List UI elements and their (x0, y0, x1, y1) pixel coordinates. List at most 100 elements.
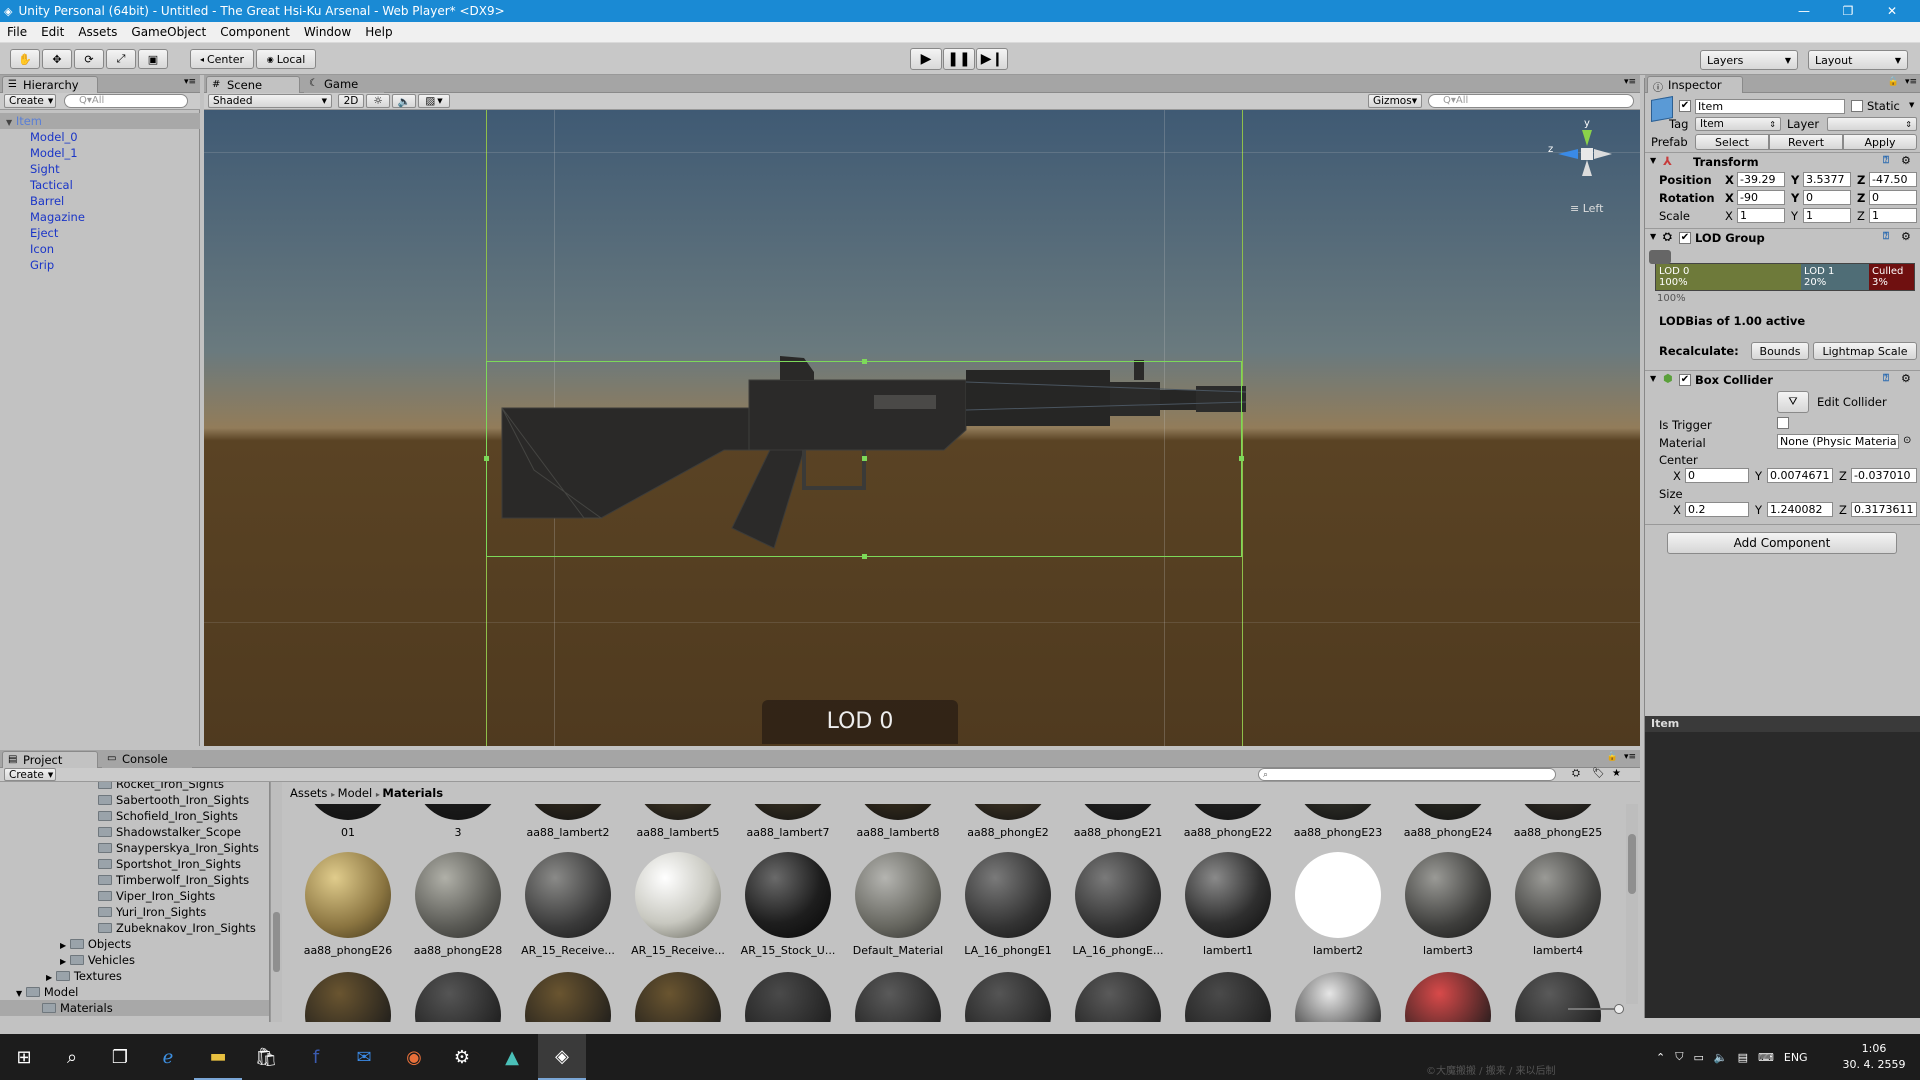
lod-group-header[interactable]: ▼ ⛭ ✔ LOD Group ⍰ ⚙ (1645, 228, 1920, 246)
slider-knob[interactable] (1614, 1004, 1624, 1014)
task-view-button[interactable]: ❐ (96, 1034, 144, 1080)
material-asset[interactable] (1390, 972, 1494, 1022)
tab-project[interactable]: ▤ Project (2, 751, 98, 768)
breadcrumb-assets[interactable]: Assets (290, 786, 327, 800)
rotation-z-input[interactable]: 0 (1869, 190, 1917, 205)
gun-model[interactable] (204, 110, 1640, 746)
material-asset[interactable]: aa88_phongE23 (1280, 804, 1384, 840)
hierarchy-item[interactable]: Model_0 (0, 129, 200, 145)
bounds-handle[interactable] (484, 456, 489, 461)
static-checkbox[interactable] (1851, 100, 1863, 112)
keyboard-icon[interactable]: ⌨ (1758, 1051, 1774, 1064)
material-asset[interactable]: aa88_phongE2 (950, 804, 1054, 840)
orientation-gizmo[interactable]: y z ≡ Left (1544, 118, 1624, 218)
bounds-button[interactable]: Bounds (1751, 342, 1809, 360)
center-y-input[interactable]: 0.0074671 (1767, 468, 1833, 483)
tree-folder[interactable]: ▶ Objects (60, 936, 131, 952)
material-asset[interactable]: 3 (400, 804, 504, 840)
edge-button[interactable]: ℯ (144, 1034, 192, 1080)
hand-tool-button[interactable]: ✋ (10, 49, 40, 69)
lightmap-scale-button[interactable]: Lightmap Scale (1813, 342, 1917, 360)
explorer-button[interactable]: ▬ (194, 1034, 242, 1080)
panel-menu-icon[interactable]: ▾≡ (1905, 77, 1917, 87)
material-asset[interactable]: lambert2 (1280, 852, 1384, 958)
tree-folder[interactable]: ▶ Textures (46, 968, 122, 984)
material-asset[interactable]: aa88_lambert7 (730, 804, 834, 840)
step-button[interactable]: ▶❙ (976, 48, 1008, 70)
lod1-segment[interactable]: LOD 1 20% (1801, 264, 1869, 290)
layers-dropdown[interactable]: Layers ▼ (1700, 50, 1798, 70)
scale-tool-button[interactable]: ⤢ (106, 49, 136, 69)
size-x-input[interactable]: 0.2 (1685, 502, 1749, 517)
thumbnail-size-slider[interactable] (1568, 1004, 1624, 1014)
tree-folder[interactable]: Shadowstalker_Scope (98, 824, 241, 840)
material-asset[interactable] (1280, 972, 1384, 1022)
tree-scrollbar[interactable] (270, 782, 282, 1022)
prefab-revert-button[interactable]: Revert (1769, 134, 1843, 150)
transform-header[interactable]: ▼ ⅄ Transform ⍰ ⚙ (1645, 152, 1920, 170)
material-asset[interactable] (1500, 972, 1604, 1022)
breadcrumb-model[interactable]: Model (338, 786, 373, 800)
hierarchy-item[interactable]: Tactical (0, 177, 200, 193)
material-asset[interactable]: lambert4 (1500, 852, 1604, 958)
rotation-y-input[interactable]: 0 (1803, 190, 1851, 205)
shield-icon[interactable]: ⛉ (1675, 1050, 1683, 1064)
play-button[interactable]: ▶ (910, 48, 942, 70)
material-asset[interactable] (1170, 972, 1274, 1022)
tree-folder[interactable]: Snayperskya_Iron_Sights (98, 840, 259, 856)
tag-dropdown[interactable]: Item ⇕ (1695, 117, 1781, 131)
filter-label-icon[interactable]: 🏷 (1592, 768, 1605, 779)
tab-game[interactable]: ☾ Game (304, 76, 384, 93)
scene-viewport[interactable]: y z ≡ Left LOD 0 (204, 110, 1640, 746)
rotate-tool-button[interactable]: ⟳ (74, 49, 104, 69)
position-z-input[interactable]: -47.50 (1869, 172, 1917, 187)
material-asset[interactable]: aa88_lambert5 (620, 804, 724, 840)
menu-window[interactable]: Window (297, 25, 358, 39)
asset-scrollbar[interactable] (1626, 804, 1638, 1004)
material-asset[interactable]: 01 (290, 804, 394, 840)
steam-button[interactable]: ⚙ (438, 1034, 486, 1080)
close-button[interactable]: ✕ (1870, 0, 1914, 22)
rect-tool-button[interactable]: ▣ (138, 49, 168, 69)
material-asset[interactable] (290, 972, 394, 1022)
tab-hierarchy[interactable]: ☰ Hierarchy (2, 76, 98, 93)
menu-file[interactable]: File (0, 25, 34, 39)
breadcrumb-materials[interactable]: Materials (382, 786, 443, 800)
bounds-handle[interactable] (1239, 456, 1244, 461)
lighting-toggle[interactable]: ☼ (366, 94, 390, 108)
unity-button[interactable]: ◈ (538, 1034, 586, 1080)
lock-icon[interactable]: 🔒 (1888, 77, 1899, 87)
material-asset[interactable]: lambert1 (1170, 852, 1274, 958)
mode-2d-toggle[interactable]: 2D (338, 94, 364, 108)
hierarchy-item[interactable]: Grip (0, 257, 200, 273)
chevron-down-icon[interactable]: ▼ (1909, 101, 1914, 109)
is-trigger-checkbox[interactable] (1777, 417, 1789, 429)
tree-folder[interactable]: Sabertooth_Iron_Sights (98, 792, 249, 808)
active-checkbox[interactable]: ✔ (1679, 100, 1691, 112)
hierarchy-item[interactable]: Barrel (0, 193, 200, 209)
tree-folder[interactable]: Yuri_Iron_Sights (98, 904, 206, 920)
notification-icon[interactable]: ▤ (1738, 1051, 1748, 1064)
tree-scrollbar-thumb[interactable] (273, 912, 280, 972)
material-asset[interactable]: AR_15_Receive... (620, 852, 725, 958)
collider-enabled-checkbox[interactable]: ✔ (1679, 374, 1691, 386)
help-icon[interactable]: ⍰ (1883, 231, 1889, 242)
help-icon[interactable]: ⍰ (1883, 373, 1889, 384)
hierarchy-search-input[interactable]: Q▾All (64, 94, 188, 108)
pivot-toggle[interactable]: ◂ Center (190, 49, 254, 69)
audio-toggle[interactable]: 🔈 (392, 94, 416, 108)
gizmos-dropdown[interactable]: Gizmos ▼ (1368, 94, 1422, 108)
material-asset[interactable]: aa88_lambert2 (510, 804, 614, 840)
material-asset[interactable]: aa88_phongE26 (290, 852, 394, 958)
layer-dropdown[interactable]: ⇕ (1827, 117, 1917, 131)
culled-segment[interactable]: Culled 3% (1869, 264, 1914, 290)
tree-folder[interactable]: Sportshot_Iron_Sights (98, 856, 241, 872)
project-search-input[interactable]: ⌕ (1258, 768, 1556, 781)
material-asset[interactable]: aa88_lambert8 (840, 804, 944, 840)
add-component-button[interactable]: Add Component (1667, 532, 1897, 554)
scale-z-input[interactable]: 1 (1869, 208, 1917, 223)
filter-type-icon[interactable]: ⛭ (1572, 768, 1580, 779)
tree-folder-selected[interactable]: Materials (0, 1000, 269, 1016)
material-asset[interactable]: aa88_phongE28 (400, 852, 504, 958)
hierarchy-item[interactable]: Sight (0, 161, 200, 177)
